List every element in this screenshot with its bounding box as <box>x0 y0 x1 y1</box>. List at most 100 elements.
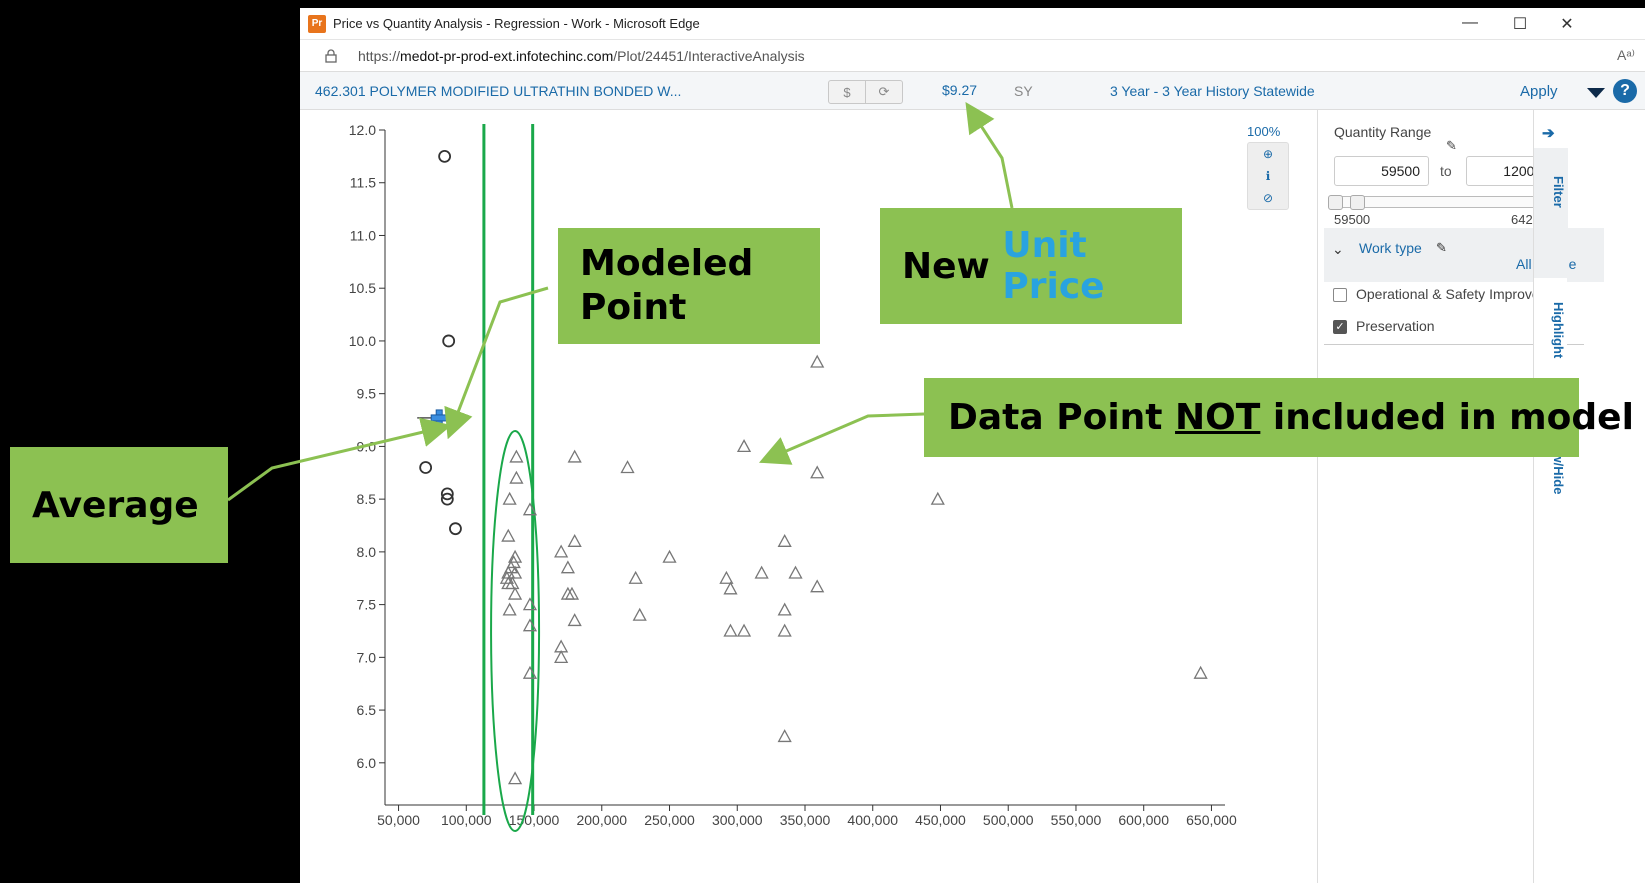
app-icon: Pr <box>308 14 326 33</box>
read-aloud-icon[interactable]: Aᵃ⁾ <box>1617 47 1635 64</box>
collapse-arrow-icon[interactable]: ➔ <box>1542 124 1555 142</box>
data-point-triangle <box>502 602 517 616</box>
range-to-label: to <box>1440 163 1452 179</box>
x-tick-label: 600,000 <box>1118 812 1169 828</box>
unit-price: $9.27 <box>942 82 978 98</box>
close-button[interactable]: ✕ <box>1557 14 1577 34</box>
x-tick-label: 550,000 <box>1051 812 1102 828</box>
slider-min-handle[interactable] <box>1328 195 1343 210</box>
unit-label: SY <box>1014 83 1033 99</box>
data-point-circle <box>438 149 452 163</box>
x-tick-label: 300,000 <box>712 812 763 828</box>
data-point-triangle <box>723 623 738 637</box>
modeled-point-text: Modeled Point <box>580 243 754 328</box>
history-period[interactable]: 3 Year - 3 Year History Statewide <box>1110 83 1315 99</box>
window-title: Price vs Quantity Analysis - Regression … <box>333 16 700 31</box>
average-marker <box>430 414 448 422</box>
data-point-triangle <box>620 460 635 474</box>
data-point-triangle <box>564 586 580 600</box>
tab-highlight[interactable]: Highlight <box>1536 302 1566 358</box>
item-title[interactable]: 462.301 POLYMER MODIFIED ULTRATHIN BONDE… <box>315 83 681 99</box>
data-point-triangle <box>509 449 524 463</box>
y-tick-label: 12.0 <box>349 122 376 138</box>
pencil-icon[interactable]: ✎ <box>1436 240 1447 256</box>
data-point-circle <box>449 522 462 536</box>
y-tick-label: 11.0 <box>350 227 376 243</box>
price-mode-button[interactable]: $ <box>828 80 866 104</box>
data-point-triangle <box>736 623 752 637</box>
average-text: Average <box>32 484 199 526</box>
data-point-triangle <box>810 465 825 479</box>
data-point-triangle <box>788 565 803 579</box>
lock-icon <box>325 48 337 63</box>
y-tick-label: 6.0 <box>357 755 377 771</box>
title-bar: Pr Price vs Quantity Analysis - Regressi… <box>300 8 1645 40</box>
data-point-triangle <box>662 549 677 563</box>
y-tick-label: 9.5 <box>357 386 377 402</box>
y-tick-label: 10.5 <box>349 280 376 296</box>
data-point-triangle <box>719 570 734 584</box>
new-price-text-b: Unit Price <box>1002 225 1105 307</box>
url-text[interactable]: https://medot-pr-prod-ext.infotechinc.co… <box>358 48 805 64</box>
screenshot-root: Pr Price vs Quantity Analysis - Regressi… <box>0 0 1645 883</box>
refresh-button[interactable]: ⟳ <box>865 80 903 104</box>
tab-filter-background <box>1534 148 1568 278</box>
y-tick-label: 10.0 <box>349 333 376 349</box>
x-tick-label: 200,000 <box>576 812 627 828</box>
y-tick-label: 8.0 <box>357 544 377 560</box>
quantity-min-input[interactable] <box>1334 156 1429 186</box>
slider-min-label: 59500 <box>1334 212 1371 227</box>
data-point-triangle <box>754 565 769 579</box>
data-point-triangle <box>560 586 575 600</box>
info-icon[interactable]: ℹ <box>1248 165 1288 187</box>
zoom-level: 100% <box>1247 124 1281 139</box>
url-path: /Plot/24451/InteractiveAnalysis <box>613 47 805 64</box>
chevron-down-icon[interactable]: ⌄ <box>1332 241 1344 258</box>
checkbox-preservation[interactable]: ✓ <box>1333 320 1347 334</box>
slider-max-handle[interactable] <box>1350 195 1365 210</box>
not-included-callout: Data Point NOT included in model <box>924 378 1634 457</box>
data-point-triangle <box>930 491 945 505</box>
pencil-icon[interactable]: ✎ <box>1446 138 1457 154</box>
apply-dropdown-icon[interactable] <box>1587 88 1605 98</box>
data-point-triangle <box>810 354 825 368</box>
data-point-triangle <box>632 607 647 621</box>
data-point-triangle <box>628 570 643 584</box>
minimize-button[interactable]: — <box>1460 14 1480 32</box>
data-point-triangle <box>567 449 582 463</box>
data-point-triangle <box>567 533 582 547</box>
y-tick-label: 11.5 <box>350 175 376 191</box>
side-tabs: ➔ Filter Highlight Show/Hide <box>1533 110 1568 883</box>
url-prefix: https:// <box>358 47 401 64</box>
y-tick-label: 7.0 <box>357 649 377 665</box>
data-point-triangle <box>567 613 582 627</box>
x-tick-label: 250,000 <box>644 812 695 828</box>
x-tick-label: 650,000 <box>1186 812 1237 828</box>
not-included-text-b: NOT <box>1175 397 1261 438</box>
apply-button[interactable]: Apply <box>1520 83 1558 100</box>
x-tick-label: 350,000 <box>780 812 831 828</box>
data-point-triangle <box>736 439 752 453</box>
zoom-in-icon[interactable]: ⊕ <box>1248 143 1288 165</box>
reset-zoom-icon[interactable]: ⊘ <box>1248 187 1288 209</box>
new-price-text-a: New <box>902 245 1003 287</box>
help-icon[interactable]: ? <box>1613 79 1637 103</box>
data-point-triangle <box>554 544 569 558</box>
work-type-label[interactable]: Work type <box>1359 240 1422 256</box>
data-point-triangle <box>777 602 792 616</box>
data-point-triangle <box>501 528 516 542</box>
y-tick-label: 7.5 <box>357 597 377 613</box>
data-point-triangle <box>507 771 523 785</box>
data-point-triangle <box>507 586 523 600</box>
tab-filter[interactable]: Filter <box>1536 176 1566 208</box>
data-point-triangle <box>1193 665 1208 679</box>
new-unit-price-callout: New Unit Price <box>880 208 1182 324</box>
quantity-range-slider[interactable] <box>1328 195 1561 210</box>
address-bar[interactable]: https://medot-pr-prod-ext.infotechinc.co… <box>300 40 1645 72</box>
data-point-triangle <box>509 470 524 484</box>
maximize-button[interactable]: ☐ <box>1510 14 1530 34</box>
x-tick-label: 450,000 <box>915 812 966 828</box>
quantity-range-label: Quantity Range <box>1334 124 1432 140</box>
data-point-circle <box>419 461 433 474</box>
checkbox-operational[interactable] <box>1333 288 1347 302</box>
